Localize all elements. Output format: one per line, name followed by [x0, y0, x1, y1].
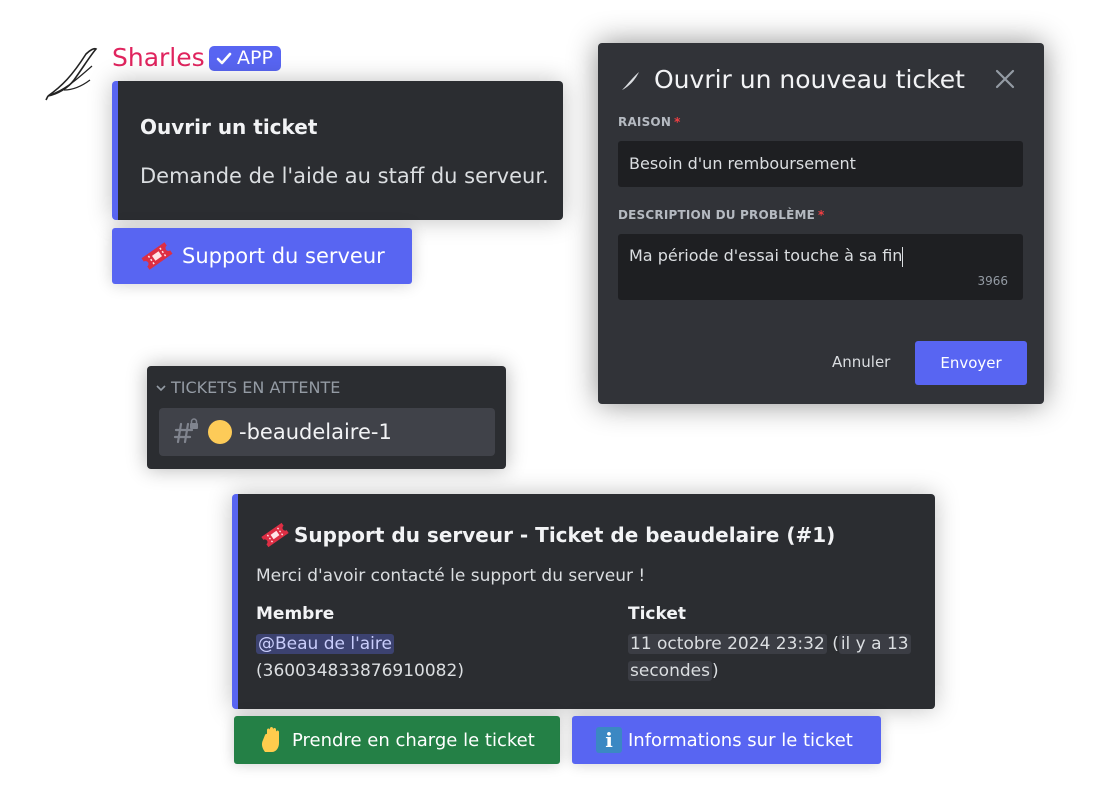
- channel-name: -beaudelaire-1: [239, 420, 392, 444]
- app-badge-label: APP: [237, 47, 273, 69]
- cancel-button[interactable]: Annuler: [832, 353, 890, 371]
- reason-input[interactable]: Besoin d'un remboursement: [618, 141, 1023, 187]
- timestamp[interactable]: 11 octobre 2024 23:32: [628, 634, 827, 654]
- relative-timestamp[interactable]: il y a 13: [838, 634, 911, 654]
- info-icon: i: [596, 727, 622, 753]
- description-value: Ma période d'essai touche à sa fin: [629, 246, 903, 265]
- relative-timestamp-cont[interactable]: secondes: [628, 661, 712, 681]
- ticket-embed-title-row: Support du serveur - Ticket de beaudelai…: [260, 521, 835, 549]
- ticket-field-value: 11 octobre 2024 23:32 (il y a 13 seconde…: [628, 634, 911, 681]
- locked-hash-icon: [173, 418, 198, 444]
- member-id: (360034833876910082): [256, 661, 464, 681]
- member-field-name: Membre: [256, 604, 335, 624]
- submit-button[interactable]: Envoyer: [915, 341, 1027, 385]
- app-badge: APP: [209, 46, 281, 71]
- new-ticket-modal: Ouvrir un nouveau ticket RAISON * Besoin …: [598, 43, 1044, 404]
- ticket-info-button[interactable]: i Informations sur le ticket: [572, 716, 881, 764]
- ticket-icon: [261, 522, 289, 548]
- info-button-label: Informations sur le ticket: [628, 729, 853, 751]
- ticket-embed-description: Merci d'avoir contacté le support du ser…: [256, 566, 646, 586]
- quill-avatar-icon: [45, 47, 98, 101]
- ticket-icon: [141, 242, 173, 270]
- channel-sidebar: TICKETS EN ATTENTE -beaudelaire-1: [147, 366, 506, 469]
- text-cursor: [902, 246, 904, 267]
- description-label: DESCRIPTION DU PROBLÈME *: [618, 208, 825, 222]
- yellow-circle-icon: [208, 420, 232, 444]
- support-server-button[interactable]: Support du serveur: [112, 228, 412, 284]
- checkmark-icon: [216, 52, 232, 64]
- embed-title: Ouvrir un ticket: [140, 115, 318, 139]
- reason-input-value: Besoin d'un remboursement: [629, 154, 856, 173]
- reason-label: RAISON *: [618, 115, 681, 129]
- bot-name[interactable]: Sharles: [112, 42, 205, 74]
- category-header[interactable]: TICKETS EN ATTENTE: [155, 378, 340, 397]
- support-button-label: Support du serveur: [182, 244, 385, 268]
- member-field-value: @Beau de l'aire (360034833876910082): [256, 631, 464, 685]
- channel-item-beaudelaire[interactable]: -beaudelaire-1: [159, 408, 495, 456]
- modal-title: Ouvrir un nouveau ticket: [654, 65, 965, 94]
- close-icon[interactable]: [994, 68, 1016, 90]
- category-label: TICKETS EN ATTENTE: [171, 378, 341, 397]
- chevron-down-icon: [156, 384, 166, 391]
- ticket-field-name: Ticket: [628, 604, 687, 624]
- feather-icon: [622, 72, 639, 90]
- open-ticket-embed: Ouvrir un ticket Demande de l'aide au st…: [112, 81, 563, 220]
- char-counter: 3966: [977, 274, 1008, 288]
- claim-ticket-button[interactable]: Prendre en charge le ticket: [234, 716, 560, 764]
- description-textarea[interactable]: Ma période d'essai touche à sa fin 3966: [618, 234, 1023, 300]
- ticket-embed-title: Support du serveur - Ticket de beaudelai…: [294, 523, 836, 547]
- raised-hand-icon: [261, 727, 279, 752]
- embed-description: Demande de l'aide au staff du serveur.: [140, 164, 549, 188]
- claim-button-label: Prendre en charge le ticket: [292, 729, 535, 751]
- user-mention[interactable]: @Beau de l'aire: [256, 634, 394, 654]
- ticket-embed: Support du serveur - Ticket de beaudelai…: [232, 494, 935, 709]
